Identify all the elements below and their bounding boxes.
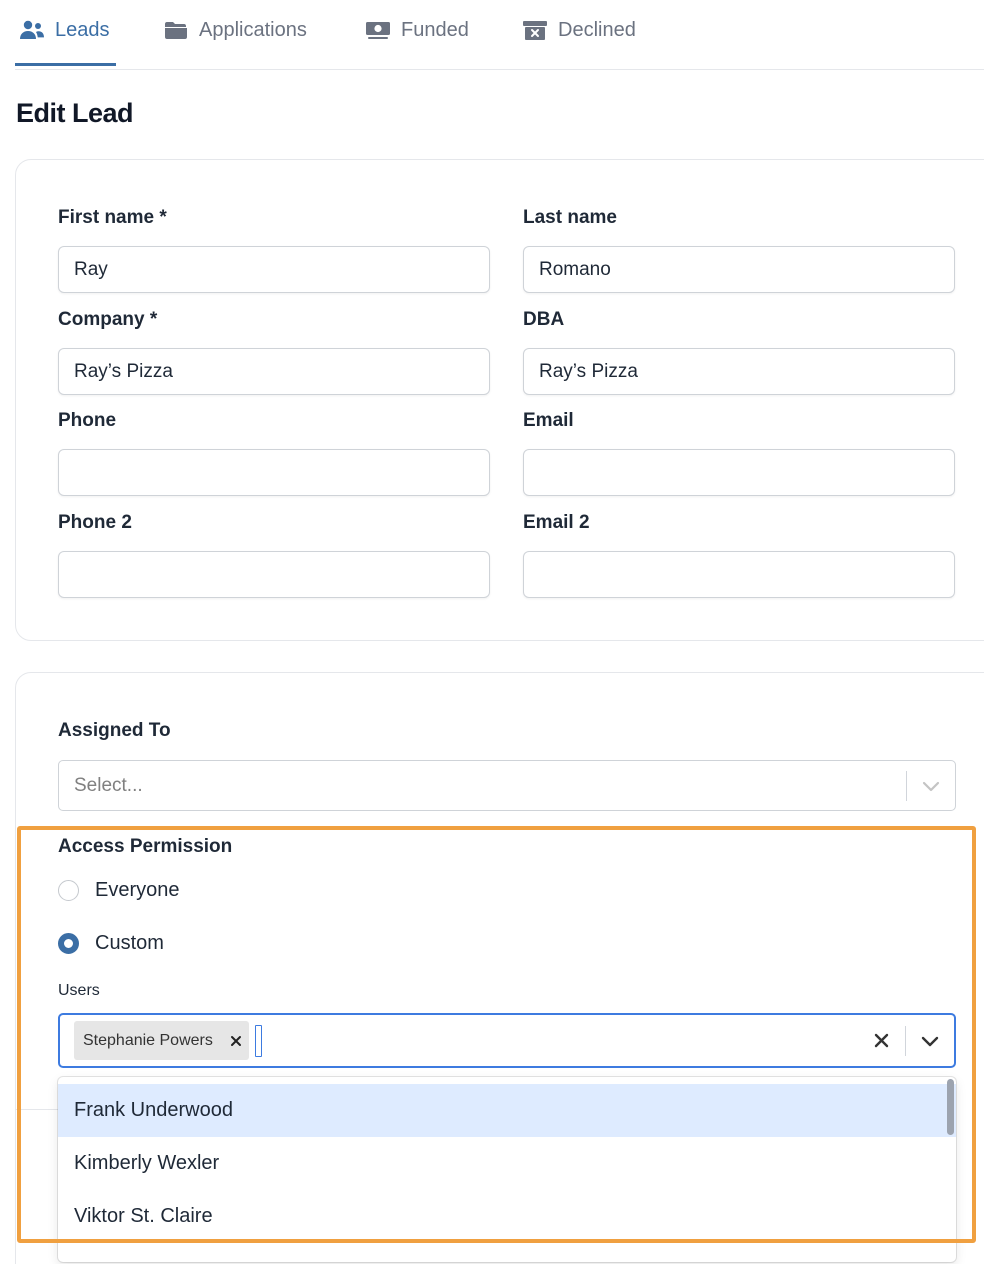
assigned-to-placeholder: Select... (74, 774, 143, 796)
dba-field[interactable]: Ray’s Pizza (523, 348, 955, 395)
radio-everyone[interactable]: Everyone (58, 879, 180, 902)
tab-leads[interactable]: Leads (15, 0, 115, 66)
dropdown-option[interactable]: Kimberly Wexler (58, 1137, 956, 1190)
phone-label: Phone (58, 410, 117, 431)
divider (16, 1109, 58, 1110)
page-title: Edit Lead (16, 98, 134, 128)
assigned-to-label: Assigned To (58, 720, 171, 741)
dropdown-option[interactable]: Viktor St. Claire (58, 1190, 956, 1243)
scrollbar[interactable] (947, 1079, 954, 1135)
tab-bar: Leads Applications Funded Declined (15, 0, 984, 70)
archive-x-icon (522, 19, 548, 41)
email-label: Email (523, 410, 574, 431)
radio-checked-icon[interactable] (58, 933, 79, 954)
company-label: Company * (58, 309, 158, 330)
money-icon (365, 19, 391, 41)
tab-label: Declined (558, 18, 636, 41)
tab-applications[interactable]: Applications (163, 0, 307, 65)
email-field[interactable] (523, 449, 955, 496)
folder-icon (163, 19, 189, 41)
chevron-down-icon[interactable] (906, 1015, 954, 1066)
dropdown-option[interactable]: Frank Underwood (58, 1084, 956, 1137)
radio-label: Custom (95, 932, 164, 954)
last-name-field[interactable]: Romano (523, 246, 955, 293)
radio-custom[interactable]: Custom (58, 932, 164, 955)
email2-field[interactable] (523, 551, 955, 598)
clear-selection-button[interactable] (857, 1015, 905, 1066)
phone2-label: Phone 2 (58, 512, 132, 533)
phone2-field[interactable] (58, 551, 490, 598)
company-field[interactable]: Ray’s Pizza (58, 348, 490, 395)
remove-chip-button[interactable] (223, 1021, 249, 1060)
tab-label: Applications (199, 18, 307, 41)
user-chip-label: Stephanie Powers (83, 1031, 213, 1049)
email2-label: Email 2 (523, 512, 590, 533)
close-icon (874, 1033, 888, 1048)
users-icon (19, 19, 45, 41)
phone-field[interactable] (58, 449, 490, 496)
users-dropdown-menu: Frank Underwood Kimberly Wexler Viktor S… (58, 1077, 956, 1262)
last-name-label: Last name (523, 207, 617, 228)
tab-label: Funded (401, 18, 469, 41)
radio-label: Everyone (95, 879, 180, 901)
assigned-to-select[interactable]: Select... (58, 760, 956, 811)
users-label: Users (58, 982, 100, 999)
users-multiselect[interactable]: Stephanie Powers (58, 1013, 956, 1068)
dba-label: DBA (523, 309, 565, 330)
tab-declined[interactable]: Declined (522, 0, 636, 65)
close-icon (230, 1035, 241, 1046)
access-permission-label: Access Permission (58, 836, 233, 857)
text-cursor[interactable] (254, 1024, 262, 1057)
chevron-down-icon[interactable] (907, 761, 955, 810)
tab-label: Leads (55, 18, 110, 41)
user-chip: Stephanie Powers (74, 1021, 249, 1060)
first-name-label: First name * (58, 207, 167, 228)
radio-unchecked-icon[interactable] (58, 880, 79, 901)
tab-funded[interactable]: Funded (365, 0, 469, 65)
first-name-field[interactable]: Ray (58, 246, 490, 293)
